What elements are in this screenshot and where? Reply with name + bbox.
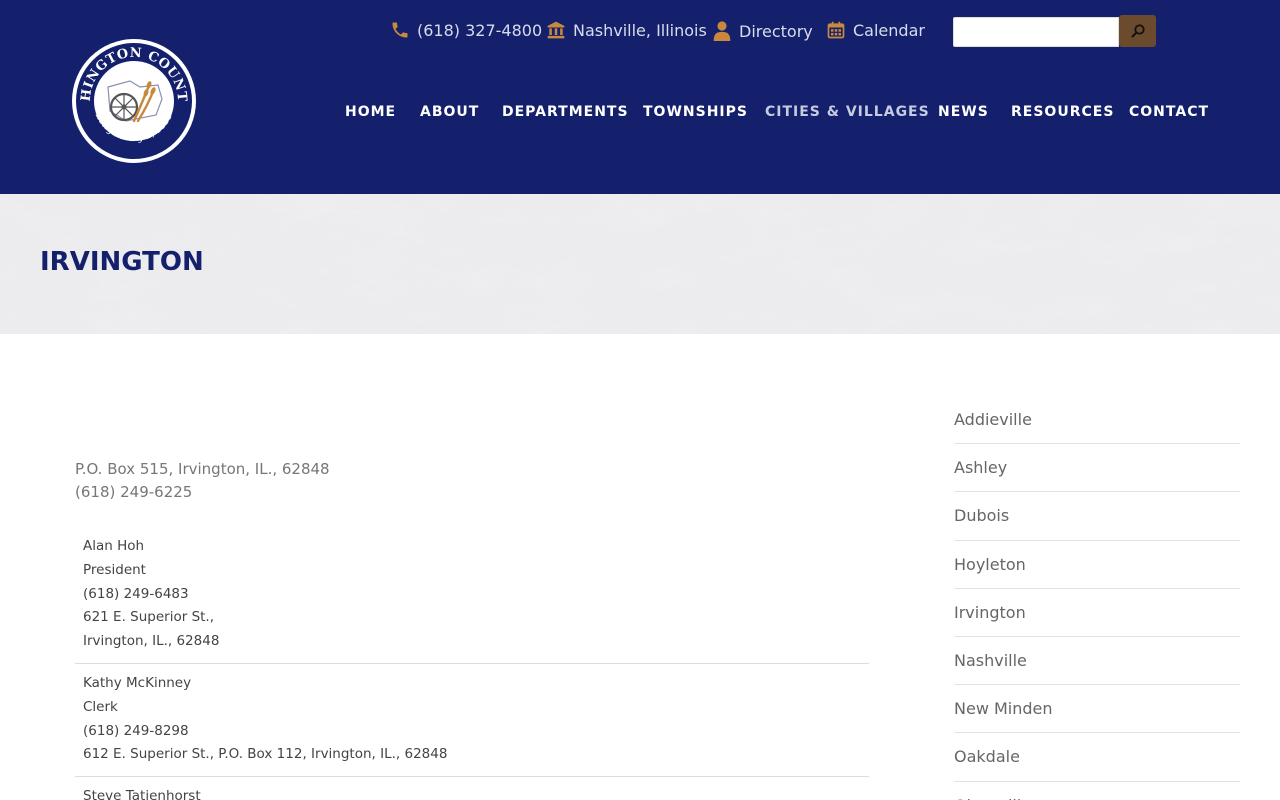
directory-link[interactable]: Directory xyxy=(712,20,813,42)
calendar-link[interactable]: Calendar xyxy=(826,20,925,40)
sidebar-item-nashville[interactable]: Nashville xyxy=(954,637,1240,686)
official-phone: (618) 249-8298 xyxy=(83,722,189,739)
search-icon xyxy=(1131,24,1145,38)
location-text: Nashville, Illinois xyxy=(573,20,707,40)
sidebar-item-dubois[interactable]: Dubois xyxy=(954,492,1240,541)
nav-contact[interactable]: CONTACT xyxy=(1129,104,1209,120)
sidebar-item-oakdale[interactable]: Oakdale xyxy=(954,733,1240,782)
official-name: Steve Tatjenhorst xyxy=(83,788,201,800)
official-address: 621 E. Superior St., xyxy=(83,609,215,626)
phone-link[interactable]: (618) 327-4800 xyxy=(390,20,542,40)
sidebar-item-hoyleton[interactable]: Hoyleton xyxy=(954,541,1240,589)
official-entry: Kathy McKinney Clerk (618) 249-8298 612 … xyxy=(75,672,869,778)
site-header: WASHINGTON COUNTY, IL Est. January 2, 18… xyxy=(0,0,1280,194)
nav-departments[interactable]: DEPARTMENTS xyxy=(502,104,629,120)
directory-text: Directory xyxy=(739,21,813,41)
phone-icon xyxy=(392,22,408,38)
nav-about[interactable]: ABOUT xyxy=(420,104,479,120)
officials-list: Alan Hoh President (618) 249-6483 621 E.… xyxy=(75,535,869,800)
page-title: IRVINGTON xyxy=(40,247,204,277)
nav-resources[interactable]: RESOURCES xyxy=(1011,104,1114,120)
user-icon xyxy=(713,21,731,41)
official-role: President xyxy=(83,561,146,578)
official-phone: (618) 249-6483 xyxy=(83,585,189,602)
courthouse-icon xyxy=(547,21,565,39)
official-entry: Steve Tatjenhorst xyxy=(75,785,869,800)
nav-news[interactable]: NEWS xyxy=(938,104,989,120)
village-phone: (618) 249-6225 xyxy=(75,483,193,501)
location-link[interactable]: Nashville, Illinois xyxy=(546,20,707,40)
official-address-city: Irvington, IL., 62848 xyxy=(83,633,220,650)
main-nav: HOME ABOUT DEPARTMENTS TOWNSHIPS CITIES … xyxy=(0,104,1280,124)
sidebar-item-irvington[interactable]: Irvington xyxy=(954,589,1240,637)
nav-cities-villages[interactable]: CITIES & VILLAGES xyxy=(765,104,930,120)
calendar-icon xyxy=(827,21,845,39)
official-name: Alan Hoh xyxy=(83,538,145,554)
search-button[interactable] xyxy=(1119,15,1156,47)
official-address: 612 E. Superior St., P.O. Box 112, Irvin… xyxy=(83,746,448,763)
nav-home[interactable]: HOME xyxy=(345,104,396,120)
cities-sidebar: Addieville Ashley Dubois Hoyleton Irving… xyxy=(954,396,1240,800)
main-content: P.O. Box 515, Irvington, IL., 62848 (618… xyxy=(75,458,869,800)
sidebar-item-ashley[interactable]: Ashley xyxy=(954,444,1240,493)
sidebar-item-addieville[interactable]: Addieville xyxy=(954,396,1240,445)
sidebar-item-okawville[interactable]: Okawville xyxy=(954,782,1240,800)
official-name: Kathy McKinney xyxy=(83,674,192,691)
official-entry: Alan Hoh President (618) 249-6483 621 E.… xyxy=(75,535,869,664)
sidebar-item-new-minden[interactable]: New Minden xyxy=(954,685,1240,734)
search-input[interactable] xyxy=(953,17,1119,47)
county-seal-logo[interactable]: WASHINGTON COUNTY, IL Est. January 2, 18… xyxy=(70,37,198,165)
nav-townships[interactable]: TOWNSHIPS xyxy=(643,104,748,120)
village-address: P.O. Box 515, Irvington, IL., 62848 xyxy=(75,460,330,478)
official-role: Clerk xyxy=(83,698,118,715)
calendar-text: Calendar xyxy=(853,20,925,40)
phone-text: (618) 327-4800 xyxy=(417,20,543,40)
